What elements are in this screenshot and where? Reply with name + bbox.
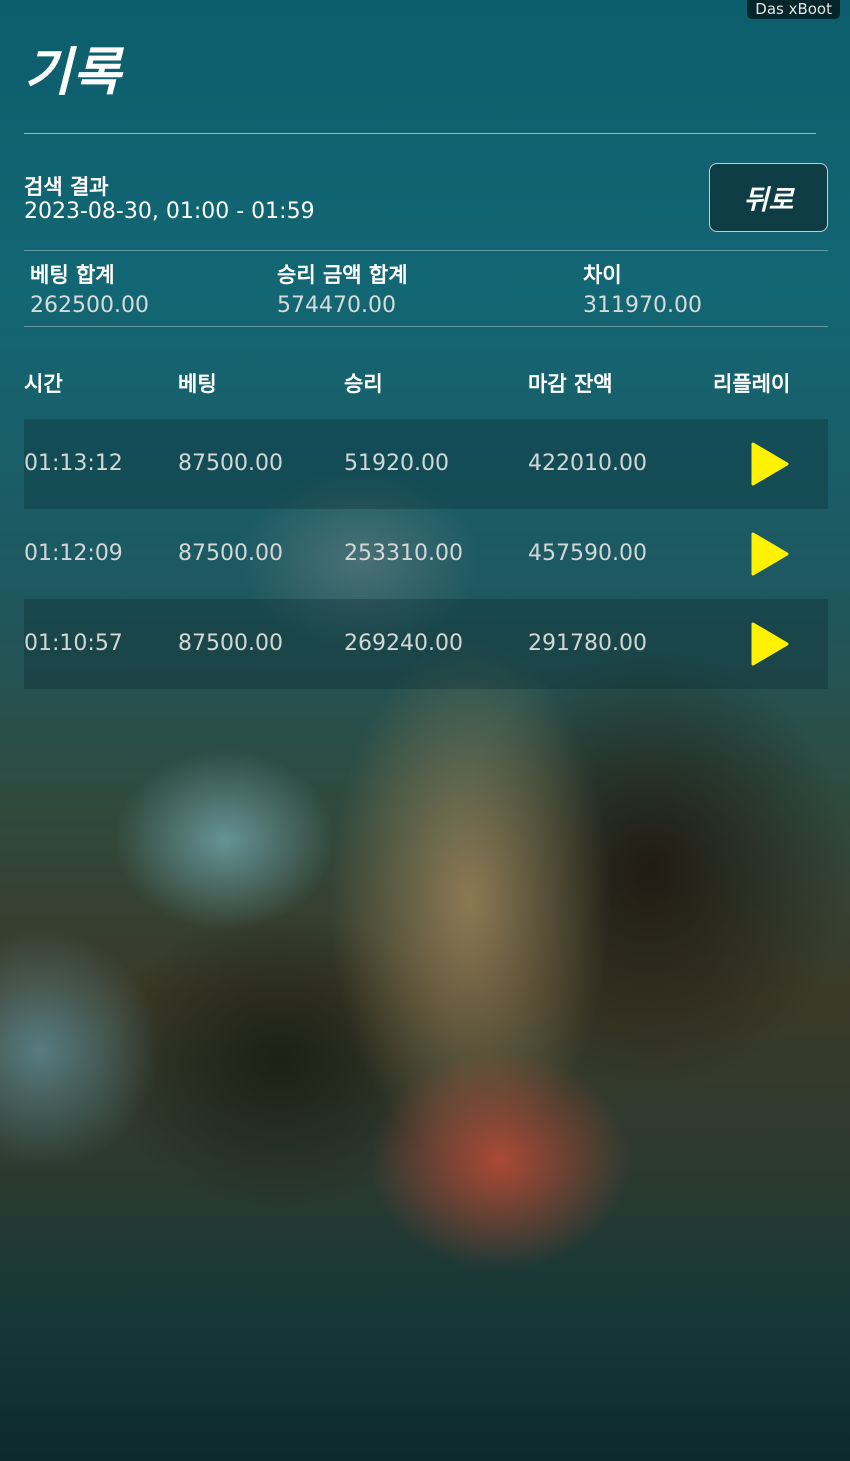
- bet-total-label: 베팅 합계: [30, 263, 115, 287]
- win-total-label: 승리 금액 합계: [277, 263, 408, 287]
- row-win: 51920.00: [344, 451, 449, 476]
- row-balance: 457590.00: [528, 541, 647, 566]
- page-title: 기록: [24, 43, 122, 103]
- title-divider: [24, 133, 816, 134]
- row-balance: 291780.00: [528, 631, 647, 656]
- table-row: 01:13:12 87500.00 51920.00 422010.00: [24, 419, 828, 509]
- row-win: 253310.00: [344, 541, 463, 566]
- table-row: 01:10:57 87500.00 269240.00 291780.00: [24, 599, 828, 689]
- row-time: 01:10:57: [24, 631, 123, 656]
- back-button[interactable]: 뒤로: [709, 163, 828, 232]
- search-result-label: 검색 결과: [24, 175, 109, 199]
- play-icon[interactable]: [750, 441, 790, 487]
- win-total-value: 574470.00: [277, 293, 396, 318]
- column-header-replay: 리플레이: [713, 372, 791, 396]
- column-header-time: 시간: [24, 372, 63, 396]
- row-time: 01:12:09: [24, 541, 123, 566]
- play-icon[interactable]: [750, 621, 790, 667]
- row-win: 269240.00: [344, 631, 463, 656]
- play-icon[interactable]: [750, 531, 790, 577]
- difference-value: 311970.00: [583, 293, 702, 318]
- row-bet: 87500.00: [178, 451, 283, 476]
- row-bet: 87500.00: [178, 631, 283, 656]
- column-header-closing-balance: 마감 잔액: [528, 372, 613, 396]
- search-date-range: 2023-08-30, 01:00 - 01:59: [24, 199, 315, 224]
- summary-panel: 베팅 합계 262500.00 승리 금액 합계 574470.00 차이 31…: [24, 250, 828, 327]
- watermark-label: Das xBoot: [747, 0, 840, 19]
- column-header-bet: 베팅: [178, 372, 217, 396]
- row-time: 01:13:12: [24, 451, 123, 476]
- table-row: 01:12:09 87500.00 253310.00 457590.00: [24, 509, 828, 599]
- row-balance: 422010.00: [528, 451, 647, 476]
- column-header-win: 승리: [344, 372, 383, 396]
- bet-total-value: 262500.00: [30, 293, 149, 318]
- row-bet: 87500.00: [178, 541, 283, 566]
- difference-label: 차이: [583, 263, 622, 287]
